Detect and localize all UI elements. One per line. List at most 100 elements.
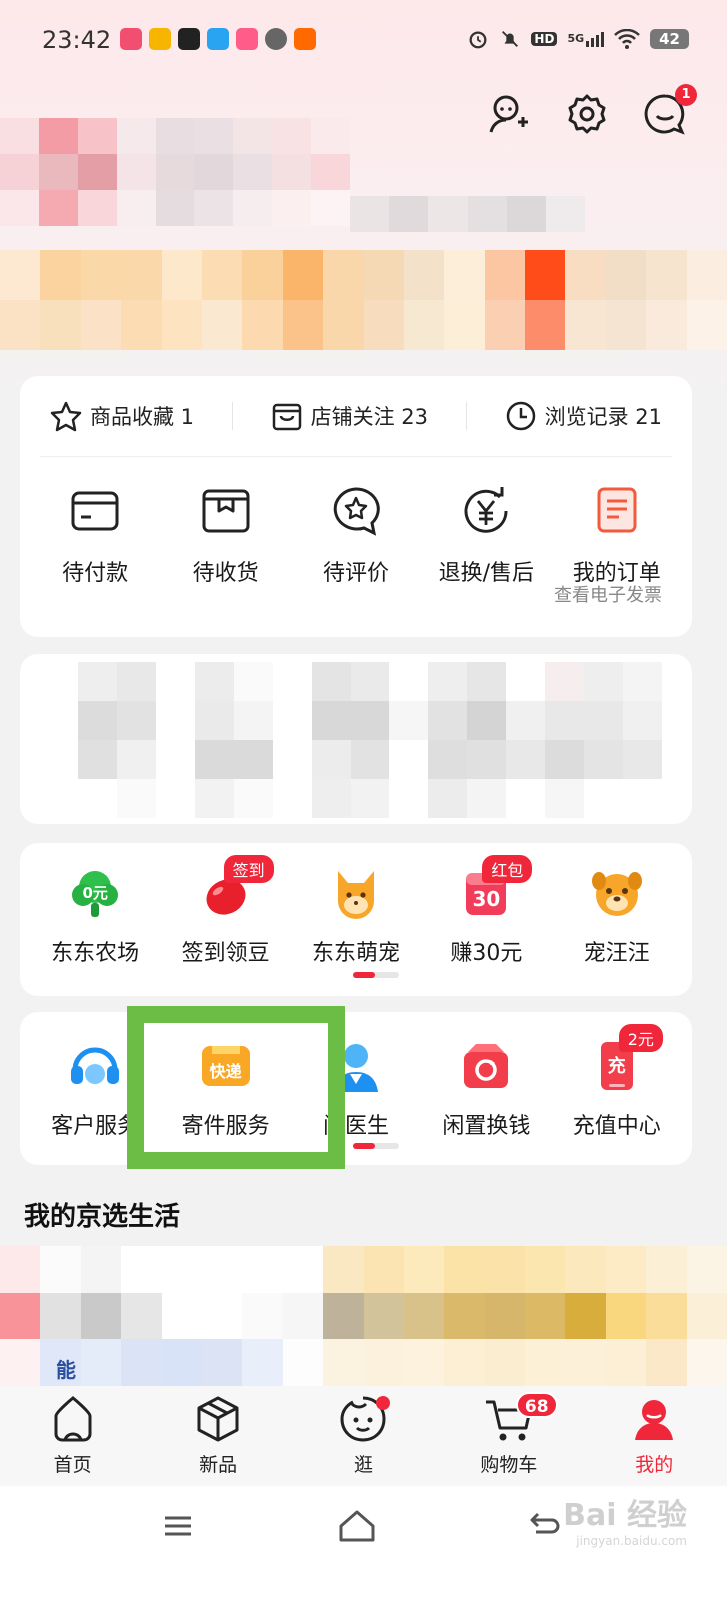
customer-service-label: 客户服务 bbox=[51, 1114, 140, 1139]
dongdong-pet-label: 东东萌宠 bbox=[311, 941, 400, 966]
wifi-icon bbox=[614, 29, 641, 49]
tab-home-label: 首页 bbox=[53, 1454, 92, 1476]
app-notification-icon bbox=[236, 28, 258, 50]
header-actions: 1 bbox=[487, 84, 697, 136]
refund-icon bbox=[464, 487, 508, 533]
tab-home[interactable]: 首页 bbox=[18, 1394, 128, 1477]
recharge-discount-tag: 2元 bbox=[618, 1024, 663, 1052]
tab-me-label: 我的 bbox=[635, 1454, 674, 1476]
checkin-beans-button[interactable]: 签到 签到领豆 bbox=[164, 855, 288, 967]
mute-icon bbox=[502, 31, 519, 47]
watermark-text: Bai 经验 bbox=[563, 1498, 687, 1533]
checkin-tag: 签到 bbox=[223, 855, 274, 883]
orders-card: 商品收藏 1 店铺关注 23 浏览记录 21 待付款 待收货 待评价 退换/售后 bbox=[20, 376, 692, 637]
feed-card-partial-text: 能 bbox=[56, 1358, 76, 1382]
page-indicator bbox=[353, 1143, 399, 1149]
watermark-sub: jingyan.baidu.com bbox=[576, 1534, 687, 1548]
divider bbox=[465, 402, 467, 430]
order-list-icon bbox=[597, 487, 637, 533]
my-orders-button[interactable]: 我的订单 bbox=[555, 485, 679, 587]
tab-cart[interactable]: 68 购物车 bbox=[454, 1392, 564, 1477]
settings-button[interactable] bbox=[565, 92, 609, 136]
pet-cat-icon bbox=[328, 865, 384, 921]
obscured-username bbox=[350, 196, 585, 232]
history-label: 浏览记录 21 bbox=[544, 405, 662, 429]
pending-payment-label: 待付款 bbox=[62, 561, 129, 586]
profile-icon bbox=[635, 1400, 674, 1440]
notification-app-icons bbox=[120, 28, 316, 50]
clock-icon bbox=[506, 401, 535, 431]
dongdong-farm-label: 东东农场 bbox=[51, 941, 140, 966]
message-badge: 1 bbox=[675, 84, 697, 106]
weibo-icon bbox=[149, 28, 171, 50]
app-notification-icon bbox=[120, 28, 142, 50]
page-indicator bbox=[353, 972, 399, 978]
taobao-icon bbox=[294, 28, 316, 50]
e-invoice-link[interactable]: 查看电子发票 bbox=[554, 581, 662, 607]
chong-wangwang-button[interactable]: 宠汪汪 bbox=[555, 865, 679, 967]
hd-icon: HD bbox=[531, 32, 558, 46]
home-icon bbox=[54, 1396, 92, 1442]
refund-label: 退换/售后 bbox=[438, 561, 535, 586]
recharge-icon-text: 充 bbox=[607, 1056, 626, 1077]
home-nav-icon[interactable] bbox=[337, 1506, 377, 1546]
status-time: 23:42 bbox=[42, 26, 112, 54]
add-friend-icon bbox=[489, 95, 528, 133]
services-row: 客户服务 快递 寄件服务 问医生 闲置换钱 充 2元 充值中心 bbox=[20, 1012, 692, 1140]
earn-30-label: 赚30元 bbox=[450, 941, 523, 966]
review-icon bbox=[333, 487, 380, 536]
pending-receipt-button[interactable]: 待收货 bbox=[164, 485, 288, 587]
checkin-beans-label: 签到领豆 bbox=[181, 941, 270, 966]
messages-button[interactable]: 1 bbox=[643, 84, 697, 136]
activities-row: 0元 东东农场 签到 签到领豆 东东萌宠 30 红包 赚30元 宠汪汪 bbox=[20, 843, 692, 967]
signal-icon: 5G bbox=[567, 31, 605, 47]
idle-exchange-label: 闲置换钱 bbox=[442, 1114, 531, 1139]
dongdong-pet-button[interactable]: 东东萌宠 bbox=[294, 865, 418, 967]
recycle-icon bbox=[458, 1038, 514, 1094]
tab-browse[interactable]: 逛 bbox=[308, 1394, 418, 1477]
idle-exchange-button[interactable]: 闲置换钱 bbox=[424, 1038, 548, 1140]
recharge-center-label: 充值中心 bbox=[572, 1114, 661, 1139]
gear-icon bbox=[568, 94, 606, 134]
farm-tree-icon: 0元 bbox=[67, 865, 123, 921]
status-bar: 23:42 HD 5G 42 bbox=[0, 0, 727, 80]
pending-review-button[interactable]: 待评价 bbox=[294, 485, 418, 587]
followed-shops-label: 店铺关注 23 bbox=[310, 405, 429, 429]
obscured-profile bbox=[0, 118, 350, 226]
earn-30-button[interactable]: 30 红包 赚30元 bbox=[424, 855, 548, 967]
activities-card: 0元 东东农场 签到 签到领豆 东东萌宠 30 红包 赚30元 宠汪汪 bbox=[20, 843, 692, 996]
tab-new[interactable]: 新品 bbox=[163, 1394, 273, 1477]
red-packet-tag: 红包 bbox=[482, 855, 533, 883]
highlight-box bbox=[127, 1006, 345, 1169]
refund-button[interactable]: 退换/售后 bbox=[424, 485, 548, 587]
obscured-promo-content bbox=[78, 662, 662, 818]
section-title: 我的京选生活 bbox=[24, 1202, 181, 1232]
menu-icon[interactable] bbox=[162, 1510, 194, 1542]
stats-row: 商品收藏 1 店铺关注 23 浏览记录 21 bbox=[20, 376, 692, 456]
favorites-link[interactable]: 商品收藏 1 bbox=[50, 400, 194, 432]
cart-badge: 68 bbox=[515, 1392, 558, 1418]
add-friend-button[interactable] bbox=[487, 92, 531, 136]
dog-icon bbox=[589, 865, 645, 921]
package-icon bbox=[202, 489, 250, 533]
obscured-promo-card bbox=[20, 654, 692, 824]
history-link[interactable]: 浏览记录 21 bbox=[505, 400, 662, 432]
dongdong-farm-button[interactable]: 0元 东东农场 bbox=[33, 865, 157, 967]
qq-icon bbox=[207, 28, 229, 50]
pending-payment-button[interactable]: 待付款 bbox=[33, 485, 157, 587]
tab-new-label: 新品 bbox=[199, 1454, 238, 1476]
recharge-center-button[interactable]: 充 2元 充值中心 bbox=[555, 1024, 679, 1140]
bottom-tab-bar: 首页 新品 逛 68 购物车 我的 bbox=[0, 1386, 727, 1486]
services-card: 客户服务 快递 寄件服务 问医生 闲置换钱 充 2元 充值中心 bbox=[20, 1012, 692, 1165]
app-notification-icon bbox=[178, 28, 200, 50]
back-icon[interactable] bbox=[526, 1508, 562, 1544]
followed-shops-link[interactable]: 店铺关注 23 bbox=[271, 400, 428, 432]
music-icon bbox=[265, 28, 287, 50]
favorites-label: 商品收藏 1 bbox=[90, 405, 195, 429]
calendar-icon-text: 30 bbox=[472, 887, 501, 911]
tab-me[interactable]: 我的 bbox=[599, 1394, 709, 1477]
tab-cart-label: 购物车 bbox=[480, 1454, 538, 1476]
wallet-icon bbox=[71, 491, 119, 531]
order-shortcuts: 待付款 待收货 待评价 退换/售后 我的订单 bbox=[20, 457, 692, 587]
alarm-icon bbox=[469, 31, 487, 49]
